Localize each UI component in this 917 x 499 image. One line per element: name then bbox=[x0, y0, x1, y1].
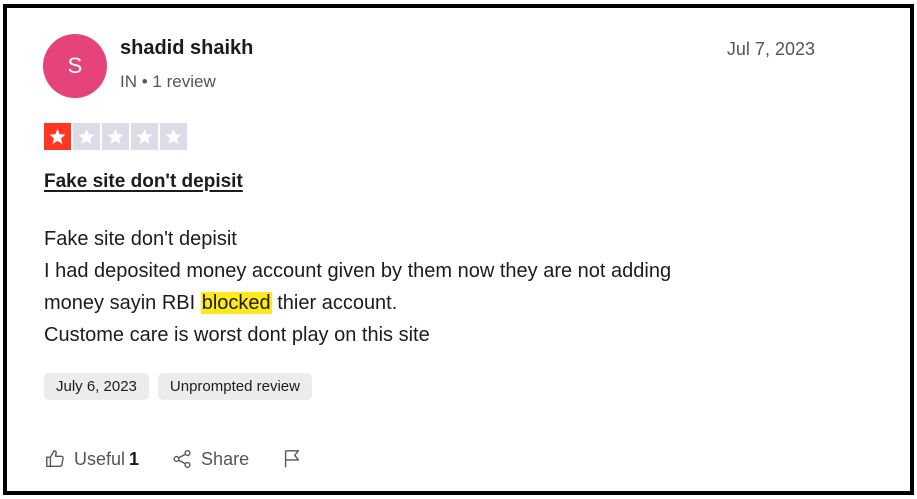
star-icon bbox=[44, 123, 71, 150]
reviewer-country: IN bbox=[120, 72, 137, 91]
review-chips: July 6, 2023 Unprompted review bbox=[44, 373, 312, 400]
review-text: money sayin RBI bbox=[44, 292, 201, 314]
reviewer-meta: IN • 1 review bbox=[120, 72, 216, 92]
reviewer-review-count: 1 review bbox=[152, 72, 216, 91]
share-icon bbox=[173, 449, 191, 469]
review-line: I had deposited money account given by t… bbox=[44, 260, 672, 282]
report-button[interactable] bbox=[281, 448, 303, 470]
meta-separator: • bbox=[141, 72, 148, 91]
flag-icon bbox=[284, 450, 300, 468]
highlighted-word: blocked bbox=[200, 292, 272, 314]
share-button[interactable]: Share bbox=[171, 448, 249, 470]
experience-date-chip: July 6, 2023 bbox=[44, 373, 149, 400]
reviewer-name[interactable]: shadid shaikh bbox=[120, 37, 253, 60]
avatar-initial: S bbox=[67, 53, 83, 78]
review-type-chip[interactable]: Unprompted review bbox=[157, 373, 312, 400]
avatar[interactable]: S bbox=[43, 34, 107, 98]
useful-count: 1 bbox=[129, 448, 140, 469]
star-icon bbox=[102, 123, 129, 150]
share-label: Share bbox=[201, 448, 250, 469]
star-icon bbox=[73, 123, 100, 150]
review-line: money sayin RBI blocked thier account. bbox=[44, 287, 671, 319]
thumbs-up-icon bbox=[46, 450, 64, 468]
review-card: S shadid shaikh IN • 1 review Jul 7, 202… bbox=[3, 4, 914, 495]
star-rating bbox=[44, 123, 187, 150]
review-body: Fake site don't depisit I had deposited … bbox=[44, 223, 671, 351]
review-title-link[interactable]: Fake site don't depisit bbox=[44, 171, 243, 193]
useful-button[interactable]: Useful 1 bbox=[44, 448, 139, 470]
review-line: Custome care is worst dont play on this … bbox=[44, 324, 430, 346]
useful-label: Useful bbox=[74, 448, 126, 469]
star-icon bbox=[160, 123, 187, 150]
review-line: Fake site don't depisit bbox=[44, 228, 237, 250]
review-actions: Useful 1 Share bbox=[44, 448, 335, 470]
published-date: Jul 7, 2023 bbox=[726, 39, 815, 59]
star-icon bbox=[131, 123, 158, 150]
review-text: thier account. bbox=[271, 292, 398, 314]
